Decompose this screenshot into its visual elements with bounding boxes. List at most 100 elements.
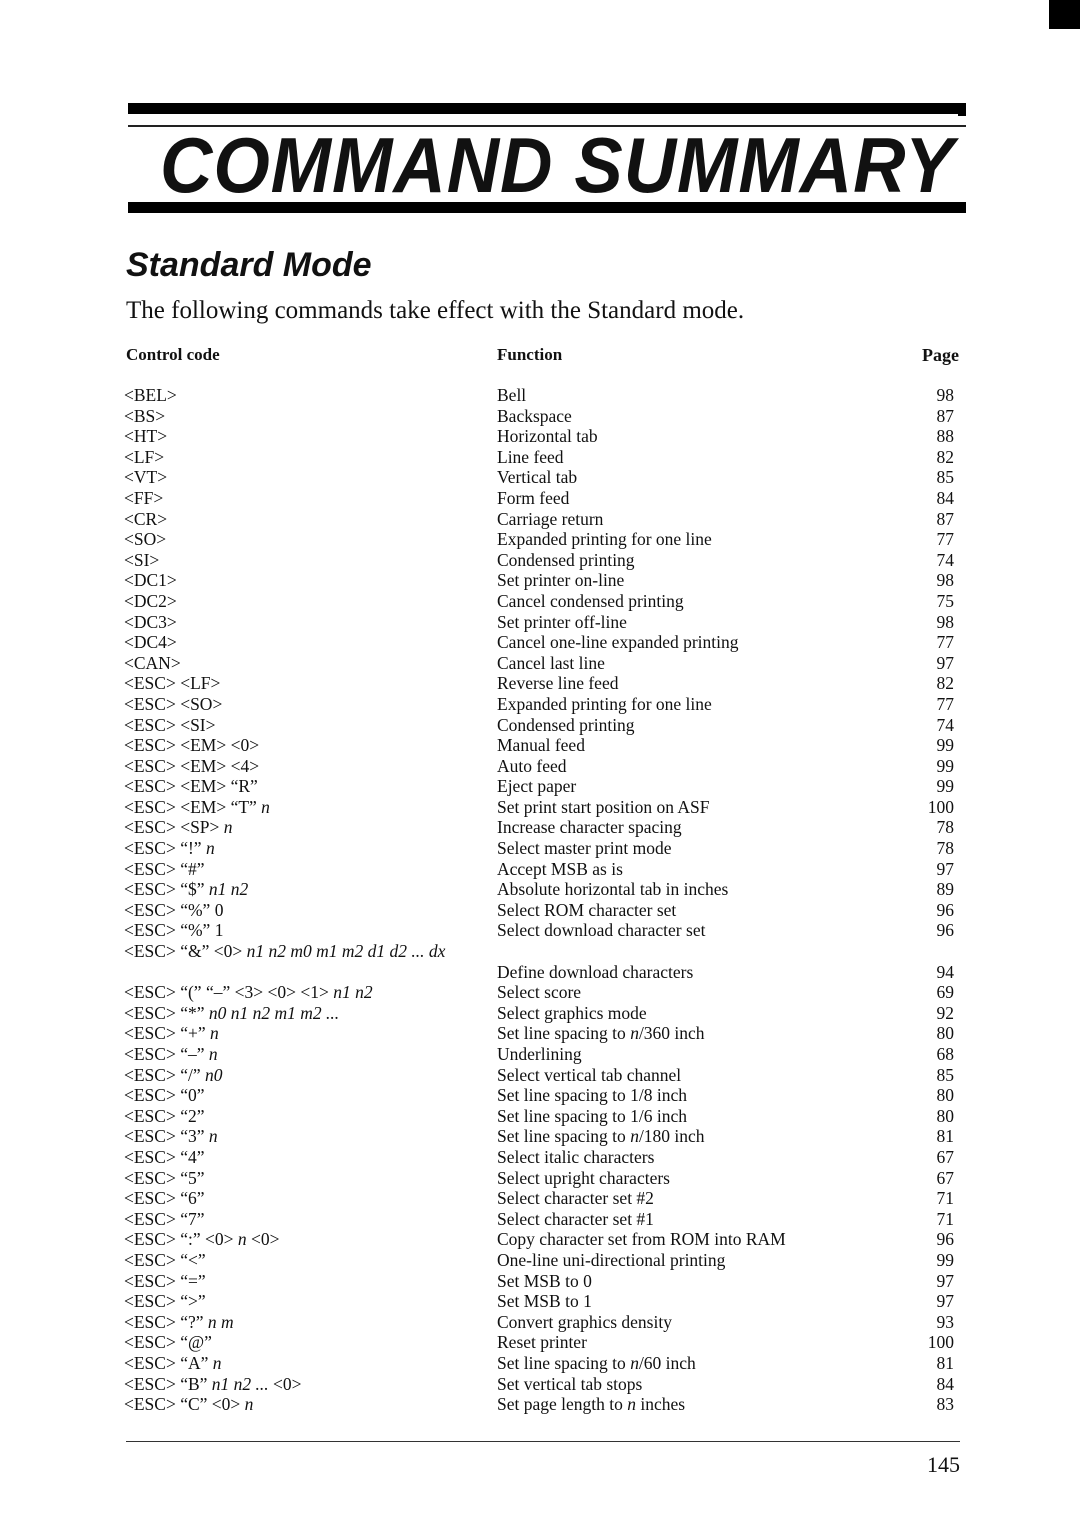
function-description: Expanded printing for one line: [497, 529, 712, 550]
control-code-args: n: [223, 817, 233, 838]
control-code-args: n: [208, 1044, 218, 1064]
control-code: <ESC> “/” n0: [124, 1064, 223, 1085]
function-description: Set line spacing to n/180 inch: [497, 1126, 705, 1147]
function-description: Select download character set: [497, 920, 706, 941]
page-reference: 99: [936, 1249, 955, 1270]
page-reference: 94: [936, 961, 955, 982]
page-reference: 77: [936, 693, 955, 714]
page-reference: 96: [936, 1229, 955, 1250]
function-description: Condensed printing: [497, 549, 635, 570]
page-reference: 80: [936, 1023, 955, 1044]
function-description: Set MSB to 0: [497, 1270, 592, 1291]
control-code: <ESC> “3” n: [124, 1126, 218, 1147]
control-code: <SO>: [124, 529, 167, 550]
control-code-args: n0 n1 n2 m1 m2 ...: [208, 1002, 340, 1023]
function-description: Select italic characters: [497, 1146, 655, 1167]
control-code-args: n: [244, 1394, 254, 1415]
table-row: <ESC> “B” n1 n2 ... <0> Set vertical tab …: [0, 1374, 1080, 1395]
control-code: <ESC> “?” n m: [124, 1311, 234, 1332]
control-code: <DC2>: [124, 590, 177, 611]
table-row: <ESC> “?” n m Convert graphics density 93: [0, 1312, 1080, 1333]
function-description: Vertical tab: [497, 467, 578, 488]
table-row: <ESC> <EM> <0> Manual feed 99: [0, 735, 1080, 756]
control-code: <ESC> <EM> <4>: [124, 755, 260, 776]
table-row: <HT> Horizontal tab 88: [0, 426, 1080, 447]
page-reference: 81: [936, 1126, 955, 1147]
control-code: <FF>: [124, 487, 164, 508]
function-description: Select master print mode: [497, 838, 672, 859]
control-code: <ESC> “5”: [124, 1167, 205, 1188]
function-description: Define download characters: [497, 961, 694, 982]
table-row: <ESC> “5” Select upright characters 67: [0, 1168, 1080, 1189]
page-reference: 87: [936, 405, 955, 426]
page-reference: 77: [936, 529, 955, 550]
control-code-args: n0: [204, 1064, 223, 1085]
table-row: <ESC> “–” n Underlining 68: [0, 1044, 1080, 1065]
page-reference: 84: [936, 487, 955, 508]
title-rule-top-thick: [128, 103, 966, 114]
table-row: <DC4> Cancel one-line expanded printing 77: [0, 632, 1080, 653]
table-row: <ESC> “6” Select character set #2 71: [0, 1188, 1080, 1209]
control-code: <DC4>: [124, 632, 177, 653]
page-reference: 67: [936, 1146, 955, 1167]
function-description: Set printer on-line: [497, 570, 625, 591]
table-row: <ESC> “4” Select italic characters 67: [0, 1147, 1080, 1168]
table-row: <SI> Condensed printing 74: [0, 550, 1080, 571]
page-reference: 100: [927, 796, 954, 817]
function-description: Backspace: [497, 405, 572, 426]
page-reference: 80: [936, 1085, 955, 1106]
page-reference: 98: [936, 611, 955, 632]
control-code: <ESC> “C” <0> n: [124, 1394, 254, 1415]
control-code: <ESC> “4”: [124, 1146, 205, 1167]
page-reference: 87: [936, 508, 955, 529]
function-description: Cancel condensed printing: [497, 590, 684, 611]
function-description: Select graphics mode: [497, 1002, 647, 1023]
page-reference: 100: [927, 1332, 954, 1353]
control-code: <BS>: [124, 405, 166, 426]
table-row: <ESC> “@” Reset printer 100: [0, 1332, 1080, 1353]
function-description: Form feed: [497, 487, 570, 508]
function-description: One-line uni-directional printing: [497, 1249, 726, 1270]
control-code: <ESC> <SI>: [124, 714, 216, 735]
function-description: Set MSB to 1: [497, 1291, 592, 1312]
page-reference: 74: [936, 714, 955, 735]
control-code: <ESC> <EM> “R”: [124, 776, 258, 797]
control-code: <ESC> “$” n1 n2: [124, 879, 249, 900]
function-description: Select character set #2: [497, 1188, 654, 1209]
table-row: <ESC> <SP> n Increase character spacing 78: [0, 817, 1080, 838]
control-code-args: n1 n2 ...: [211, 1373, 269, 1394]
table-row: <DC3> Set printer off-line 98: [0, 612, 1080, 633]
control-code: <ESC> “B” n1 n2 ... <0>: [124, 1373, 302, 1394]
page-reference: 71: [936, 1188, 955, 1209]
function-description: Select vertical tab channel: [497, 1064, 682, 1085]
function-description: Absolute horizontal tab in inches: [497, 879, 729, 900]
table-row: <ESC> “=” Set MSB to 0 97: [0, 1271, 1080, 1292]
control-code-args: n1 n2: [333, 982, 373, 1003]
page-reference: 77: [936, 632, 955, 653]
page-reference: 96: [936, 899, 955, 920]
function-description: Set page length to n inches: [497, 1394, 686, 1415]
control-code: <ESC> “*” n0 n1 n2 m1 m2 ...: [124, 1002, 340, 1023]
control-code-args: n: [205, 838, 215, 859]
title-rule-bottom-thick: [128, 202, 966, 213]
table-row: <ESC> “%” 0 Select ROM character set 96: [0, 900, 1080, 921]
page-reference: 99: [936, 755, 955, 776]
control-code: <ESC> “6”: [124, 1188, 205, 1209]
page-reference: 97: [936, 1291, 955, 1312]
page-reference: 82: [936, 446, 955, 467]
table-row: <ESC> “&” <0> n1 n2 m0 m1 m2 d1 d2 ... d…: [0, 941, 1080, 962]
command-table: <BEL> Bell 98 <BS> Backspace 87 <HT> Horizontal…: [0, 385, 1080, 1415]
function-description: Bell: [497, 385, 527, 405]
table-row: <BS> Backspace 87: [0, 406, 1080, 427]
table-row: <ESC> <SI> Condensed printing 74: [0, 715, 1080, 736]
page-reference: 75: [936, 590, 955, 611]
control-code: <ESC> “–” n: [124, 1044, 218, 1064]
table-row: <CR> Carriage return 87: [0, 509, 1080, 530]
control-code-args: n: [212, 1352, 222, 1373]
control-code: <ESC> “A” n: [124, 1352, 222, 1373]
control-code: <ESC> “%” 0: [124, 899, 224, 920]
table-row: <ESC> “2” Set line spacing to 1/6 inch 80: [0, 1106, 1080, 1127]
function-description: Set vertical tab stops: [497, 1373, 643, 1394]
function-description: Reset printer: [497, 1332, 587, 1353]
page-reference: 67: [936, 1167, 955, 1188]
